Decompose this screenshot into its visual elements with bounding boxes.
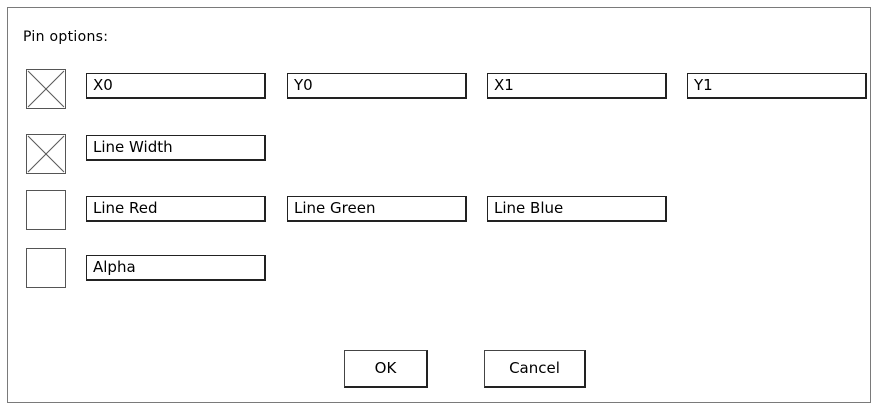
ok-button[interactable]: OK bbox=[344, 350, 428, 388]
y0-field[interactable]: Y0 bbox=[287, 73, 467, 99]
dialog-title: Pin options: bbox=[23, 29, 109, 45]
cancel-button[interactable]: Cancel bbox=[484, 350, 586, 388]
line-width-field[interactable]: Line Width bbox=[86, 135, 266, 161]
x0-field[interactable]: X0 bbox=[86, 73, 266, 99]
line-blue-field[interactable]: Line Blue bbox=[487, 196, 667, 222]
checkbox-line-color[interactable] bbox=[26, 190, 66, 230]
line-green-field[interactable]: Line Green bbox=[287, 196, 467, 222]
x1-field[interactable]: X1 bbox=[487, 73, 667, 99]
checkbox-cross-icon bbox=[27, 135, 65, 173]
alpha-field[interactable]: Alpha bbox=[86, 255, 266, 281]
checkbox-line-width[interactable] bbox=[26, 134, 66, 174]
checkbox-xy-coords[interactable] bbox=[26, 69, 66, 109]
pin-options-dialog: Pin options: X0 Y0 X1 Y1 Line Width Line… bbox=[7, 7, 871, 403]
line-red-field[interactable]: Line Red bbox=[86, 196, 266, 222]
checkbox-alpha[interactable] bbox=[26, 248, 66, 288]
checkbox-cross-icon bbox=[27, 70, 65, 108]
y1-field[interactable]: Y1 bbox=[687, 73, 867, 99]
